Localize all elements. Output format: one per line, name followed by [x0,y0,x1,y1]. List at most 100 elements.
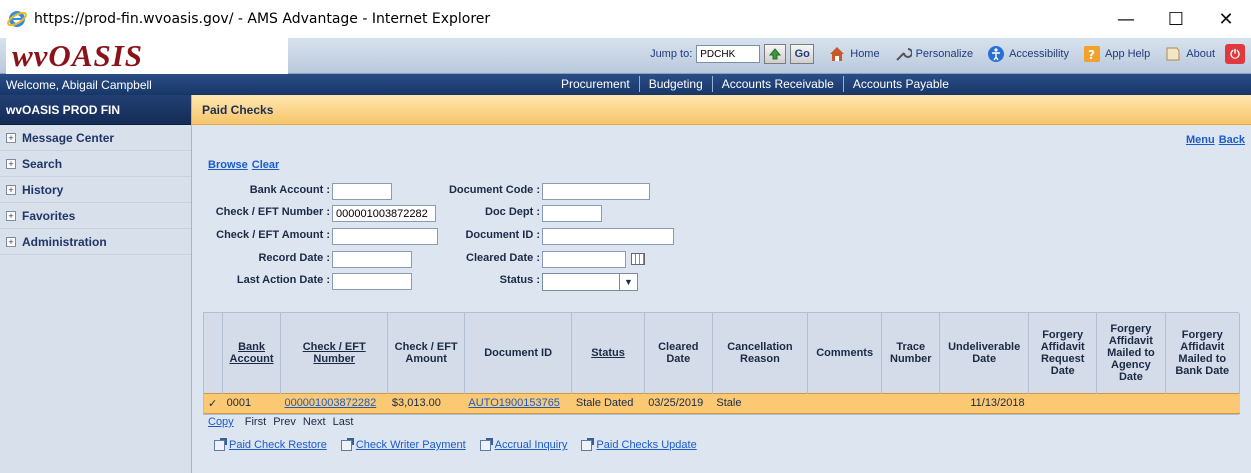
accessibility-label: Accessibility [1009,48,1069,60]
go-button[interactable]: Go [790,44,815,64]
cell-forgery-bank [1165,392,1240,414]
sidebar-item-label: Favorites [22,208,76,223]
col-bank-account[interactable]: Bank Account [222,313,281,393]
col-comments: Comments [807,313,883,393]
external-link-icon [581,437,595,451]
calendar-icon[interactable] [631,253,645,265]
bank-account-input[interactable] [332,183,392,200]
maximize-button[interactable]: ☐ [1151,0,1201,38]
wrench-icon [894,45,912,63]
sidebar-item-label: Search [22,156,63,171]
expand-plus-icon[interactable]: + [6,236,16,247]
minimize-button[interactable]: — [1101,0,1151,38]
menu-link[interactable]: Menu [1186,134,1215,146]
prev-page-link[interactable]: Prev [273,416,296,428]
main-navbar: Welcome, Abigail Campbell Procurement Bu… [0,74,1251,95]
jump-up-arrow-icon[interactable] [764,44,787,64]
document-code-label: Document Code : [448,184,540,196]
cell-document-id-link[interactable]: AUTO1900153765 [468,397,560,409]
cell-trace-number [881,392,940,414]
home-label: Home [850,48,880,60]
nav-procurement[interactable]: Procurement [552,76,640,92]
external-link-icon [214,437,227,451]
next-page-link[interactable]: Next [303,416,326,428]
clear-link[interactable]: Clear [252,159,280,171]
record-date-input[interactable] [332,251,412,268]
paid-checks-grid: Bank Account Check / EFT Number Check / … [203,312,1240,415]
sidebar-item-history[interactable]: + History [0,177,191,203]
window-title: https://prod-fin.wvoasis.gov/ - AMS Adva… [34,11,491,27]
grid-pager: Copy First Prev Next Last [208,416,357,428]
status-label: Status : [499,274,540,286]
external-link-icon [340,437,354,451]
browse-clear-links: Browse Clear [208,159,283,171]
chevron-down-icon[interactable]: ▼ [619,274,637,290]
cell-bank-account: 0001 [222,392,281,414]
doc-dept-label: Doc Dept : [485,206,540,218]
back-link[interactable]: Back [1219,134,1245,146]
cell-comments [807,392,882,414]
col-check-eft-number[interactable]: Check / EFT Number [280,313,389,393]
col-status[interactable]: Status [571,313,645,393]
sidebar-item-favorites[interactable]: + Favorites [0,203,191,229]
paid-checks-update-link[interactable]: Paid Checks Update [581,437,697,451]
sidebar-title: wvOASIS PROD FIN [0,95,191,125]
expand-plus-icon[interactable]: + [6,184,16,195]
doc-dept-input[interactable] [542,205,602,222]
sidebar-item-label: Administration [22,234,107,249]
check-writer-payment-link[interactable]: Check Writer Payment [340,437,466,451]
col-forgery-agency-date: Forgery Affidavit Mailed to Agency Date [1096,313,1166,393]
check-eft-amount-input[interactable] [332,228,438,245]
app-help-link[interactable]: ? App Help [1083,45,1150,63]
jump-to-label: Jump to: [650,48,693,60]
cell-check-eft-number-link[interactable]: 000001003872282 [284,397,376,409]
first-page-link[interactable]: First [245,416,266,428]
sidebar-item-message-center[interactable]: + Message Center [0,125,191,151]
last-page-link[interactable]: Last [333,416,354,428]
nav-accounts-receivable[interactable]: Accounts Receivable [713,76,844,92]
svg-text:?: ? [1088,48,1095,62]
check-eft-amount-label: Check / EFT Amount : [216,229,330,241]
menu-back-links: Menu Back [1182,134,1245,146]
document-code-input[interactable] [542,183,650,200]
expand-plus-icon[interactable]: + [6,210,16,221]
table-row[interactable]: ✓ 0001 000001003872282 $3,013.00 AUTO190… [204,392,1240,414]
col-check-eft-amount: Check / EFT Amount [387,313,465,393]
cleared-date-input[interactable] [542,251,626,268]
col-forgery-request-date: Forgery Affidavit Request Date [1028,313,1098,393]
home-icon [828,45,846,63]
sidebar: wvOASIS PROD FIN + Message Center + Search… [0,95,192,473]
row-check-mark: ✓ [204,392,223,414]
expand-plus-icon[interactable]: + [6,158,16,169]
expand-plus-icon[interactable]: + [6,132,16,143]
col-cancellation-reason: Cancellation Reason [712,313,808,393]
cell-amount: $3,013.00 [387,392,465,414]
check-eft-number-label: Check / EFT Number : [215,206,330,218]
check-eft-number-input[interactable] [332,205,436,222]
nav-accounts-payable[interactable]: Accounts Payable [844,76,958,92]
accrual-inquiry-link[interactable]: Accrual Inquiry [479,437,567,451]
logout-power-icon[interactable]: ⏻ [1225,44,1245,64]
main-content: Paid Checks Menu Back Browse Clear Bank Ac… [192,95,1251,473]
personalize-link[interactable]: Personalize [894,45,973,63]
status-select[interactable]: ▼ [542,273,638,291]
last-action-date-input[interactable] [332,273,412,290]
record-date-label: Record Date : [258,252,330,264]
sidebar-item-administration[interactable]: + Administration [0,229,191,255]
nav-budgeting[interactable]: Budgeting [640,76,713,92]
copy-link[interactable]: Copy [208,416,234,428]
document-id-input[interactable] [542,228,674,245]
sidebar-item-search[interactable]: + Search [0,151,191,177]
accessibility-link[interactable]: Accessibility [987,45,1069,63]
app-help-label: App Help [1104,48,1151,60]
col-trace-number: Trace Number [881,313,941,393]
jump-to-input[interactable] [696,45,761,63]
about-link[interactable]: About [1164,45,1215,63]
select-column-header [204,313,224,393]
window-titlebar: https://prod-fin.wvoasis.gov/ - AMS Adva… [0,0,1251,38]
welcome-text: Welcome, Abigail Campbell [6,78,152,92]
close-window-button[interactable]: ✕ [1201,0,1251,38]
browse-link[interactable]: Browse [208,159,248,171]
home-link[interactable]: Home [828,45,880,63]
paid-check-restore-link[interactable]: Paid Check Restore [214,437,327,451]
